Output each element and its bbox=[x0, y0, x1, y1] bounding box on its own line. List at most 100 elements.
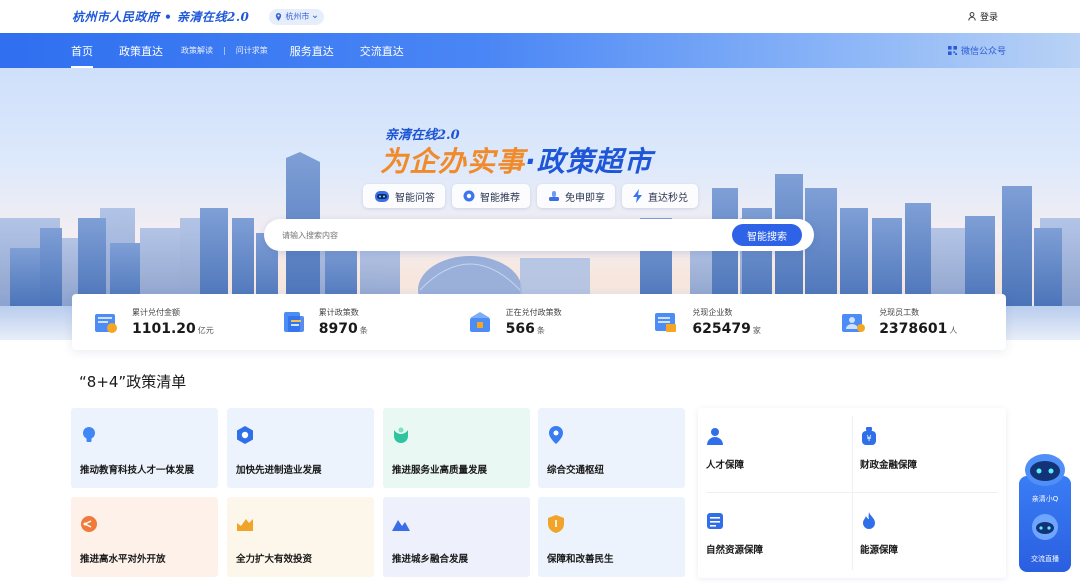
policy-card-service-industry[interactable]: 推进服务业高质量发展 bbox=[383, 408, 530, 488]
top-bar: 杭州市人民政府 • 亲清在线2.0 杭州市 登录 bbox=[0, 0, 1080, 33]
wechat-link[interactable]: 微信公众号 bbox=[947, 44, 1006, 57]
policy-card-urban-rural[interactable]: 推进城乡融合发展 bbox=[383, 497, 530, 577]
guarantee-panel: 人才保障 ¥ 财政金融保障 自然资源保障 能源保障 bbox=[698, 408, 1006, 578]
stat-label: 累计兑付金额 bbox=[132, 308, 180, 317]
feature-label: 智能问答 bbox=[395, 192, 435, 204]
lightning-icon bbox=[633, 189, 642, 203]
panel-label: 人才保障 bbox=[706, 460, 745, 471]
login-button[interactable]: 登录 bbox=[968, 10, 998, 23]
nav-policy[interactable]: 政策直达 bbox=[119, 33, 163, 68]
stat-value: 2378601 人 bbox=[879, 321, 958, 337]
stat-active-policies: 正在兑付政策数 566 条 bbox=[446, 294, 633, 350]
search-button[interactable]: 智能搜索 bbox=[732, 224, 802, 246]
search-input[interactable] bbox=[282, 230, 722, 240]
certificate-icon bbox=[95, 314, 117, 333]
main-nav: 首页 政策直达 政策解读 | 问计求策 服务直达 交流直达 微信公众号 bbox=[0, 33, 1080, 68]
panel-label: 自然资源保障 bbox=[706, 545, 764, 556]
stat-label: 兑现企业数 bbox=[692, 308, 733, 317]
floating-assistant[interactable]: 亲清小Q 交流直播 bbox=[1019, 452, 1071, 572]
policy-card-opening-up[interactable]: 推进高水平对外开放 bbox=[71, 497, 218, 577]
policy-card-education[interactable]: 推动教育科技人才一体发展 bbox=[71, 408, 218, 488]
guarantee-talent[interactable]: 人才保障 bbox=[698, 408, 852, 493]
user-icon bbox=[968, 12, 976, 21]
slogan-part-b: 政策超市 bbox=[536, 145, 653, 178]
feature-smart-qa[interactable]: 智能问答 bbox=[363, 184, 445, 208]
stats-bar: 累计兑付金额 1101.20 亿元 累计政策数 8970 条 正在兑付政策数 566… bbox=[72, 294, 1006, 350]
site-brand[interactable]: 杭州市人民政府 • 亲清在线2.0 bbox=[72, 8, 249, 25]
location-icon bbox=[549, 426, 563, 444]
stat-value: 1101.20 亿元 bbox=[132, 321, 214, 337]
panel-label: 财政金融保障 bbox=[860, 460, 918, 471]
live-mascot-icon bbox=[1032, 514, 1058, 540]
panel-label: 能源保障 bbox=[860, 545, 899, 556]
stat-value: 625479 家 bbox=[692, 321, 761, 337]
share-icon bbox=[81, 516, 97, 532]
document-icon bbox=[707, 513, 723, 529]
section-title: “8+4”政策清单 bbox=[79, 373, 187, 391]
nav-service[interactable]: 服务直达 bbox=[290, 33, 334, 68]
assistant-label: 亲清小Q bbox=[1031, 495, 1059, 503]
location-label: 杭州市 bbox=[285, 12, 310, 21]
stat-total-amount: 累计兑付金额 1101.20 亿元 bbox=[72, 294, 259, 350]
robot-icon bbox=[375, 191, 389, 202]
svg-text:¥: ¥ bbox=[866, 434, 871, 443]
trend-icon bbox=[237, 519, 253, 531]
feature-instant-cash[interactable]: 直达秒兑 bbox=[622, 184, 698, 208]
chevron-down-icon bbox=[313, 14, 318, 18]
slogan-main: 为企办实事·政策超市 bbox=[380, 140, 653, 180]
guarantee-finance[interactable]: ¥ 财政金融保障 bbox=[852, 408, 1006, 493]
nav-consultation[interactable]: 问计求策 bbox=[236, 45, 268, 56]
live-stream-label[interactable]: 交流直播 bbox=[1019, 554, 1071, 564]
money-bag-icon: ¥ bbox=[862, 427, 876, 445]
stat-label: 累计政策数 bbox=[318, 308, 359, 317]
qrcode-icon bbox=[947, 46, 957, 55]
robot-mascot-icon bbox=[1025, 454, 1065, 486]
nav-home[interactable]: 首页 bbox=[71, 33, 93, 68]
flame-icon bbox=[863, 512, 875, 529]
policy-card-manufacturing[interactable]: 加快先进制造业发展 bbox=[227, 408, 374, 488]
stat-label: 正在兑付政策数 bbox=[505, 308, 562, 317]
card-label: 保障和改善民生 bbox=[547, 554, 614, 565]
guarantee-energy[interactable]: 能源保障 bbox=[852, 493, 1006, 578]
stat-value: 566 条 bbox=[505, 321, 545, 337]
card-label: 推进服务业高质量发展 bbox=[392, 465, 488, 476]
feature-label: 免申即享 bbox=[565, 192, 605, 204]
wechat-label: 微信公众号 bbox=[960, 47, 1006, 57]
nut-icon bbox=[237, 426, 253, 444]
login-label: 登录 bbox=[979, 13, 998, 23]
card-label: 推动教育科技人才一体发展 bbox=[80, 465, 195, 476]
gear-icon bbox=[463, 190, 475, 202]
feature-free-apply[interactable]: 免申即享 bbox=[537, 184, 615, 208]
bulb-icon bbox=[83, 427, 95, 442]
nav-communication[interactable]: 交流直达 bbox=[360, 33, 404, 68]
nav-policy-interpretation[interactable]: 政策解读 bbox=[181, 45, 213, 56]
card-label: 推进城乡融合发展 bbox=[392, 554, 469, 565]
policy-card-investment[interactable]: 全力扩大有效投资 bbox=[227, 497, 374, 577]
feature-smart-recommend[interactable]: 智能推荐 bbox=[452, 184, 530, 208]
stat-total-policies: 累计政策数 8970 条 bbox=[259, 294, 446, 350]
shield-icon bbox=[548, 515, 564, 533]
talent-icon bbox=[707, 428, 723, 445]
location-selector[interactable]: 杭州市 bbox=[269, 8, 325, 25]
nav-separator: | bbox=[223, 46, 226, 55]
service-icon bbox=[394, 427, 408, 443]
search-bar: 智能搜索 bbox=[264, 219, 814, 251]
package-icon bbox=[469, 312, 490, 332]
feature-label: 直达秒兑 bbox=[648, 192, 688, 204]
document-stack-icon bbox=[283, 312, 304, 332]
policy-card-transport[interactable]: 综合交通枢纽 bbox=[538, 408, 685, 488]
enterprise-card-icon bbox=[655, 313, 677, 332]
guarantee-natural-resources[interactable]: 自然资源保障 bbox=[698, 493, 852, 578]
stat-enterprises: 兑现企业数 625479 家 bbox=[632, 294, 819, 350]
policy-card-livelihood[interactable]: 保障和改善民生 bbox=[538, 497, 685, 577]
card-label: 全力扩大有效投资 bbox=[236, 554, 313, 565]
mountain-icon bbox=[392, 520, 410, 531]
slogan-dot: · bbox=[525, 145, 537, 178]
card-label: 推进高水平对外开放 bbox=[80, 554, 166, 565]
card-label: 加快先进制造业发展 bbox=[236, 465, 322, 476]
stat-value: 8970 条 bbox=[318, 321, 368, 337]
feature-label: 智能推荐 bbox=[480, 192, 520, 204]
stat-employees: 兑现员工数 2378601 人 bbox=[819, 294, 1006, 350]
employee-icon bbox=[842, 314, 866, 332]
map-pin-icon bbox=[276, 12, 282, 21]
